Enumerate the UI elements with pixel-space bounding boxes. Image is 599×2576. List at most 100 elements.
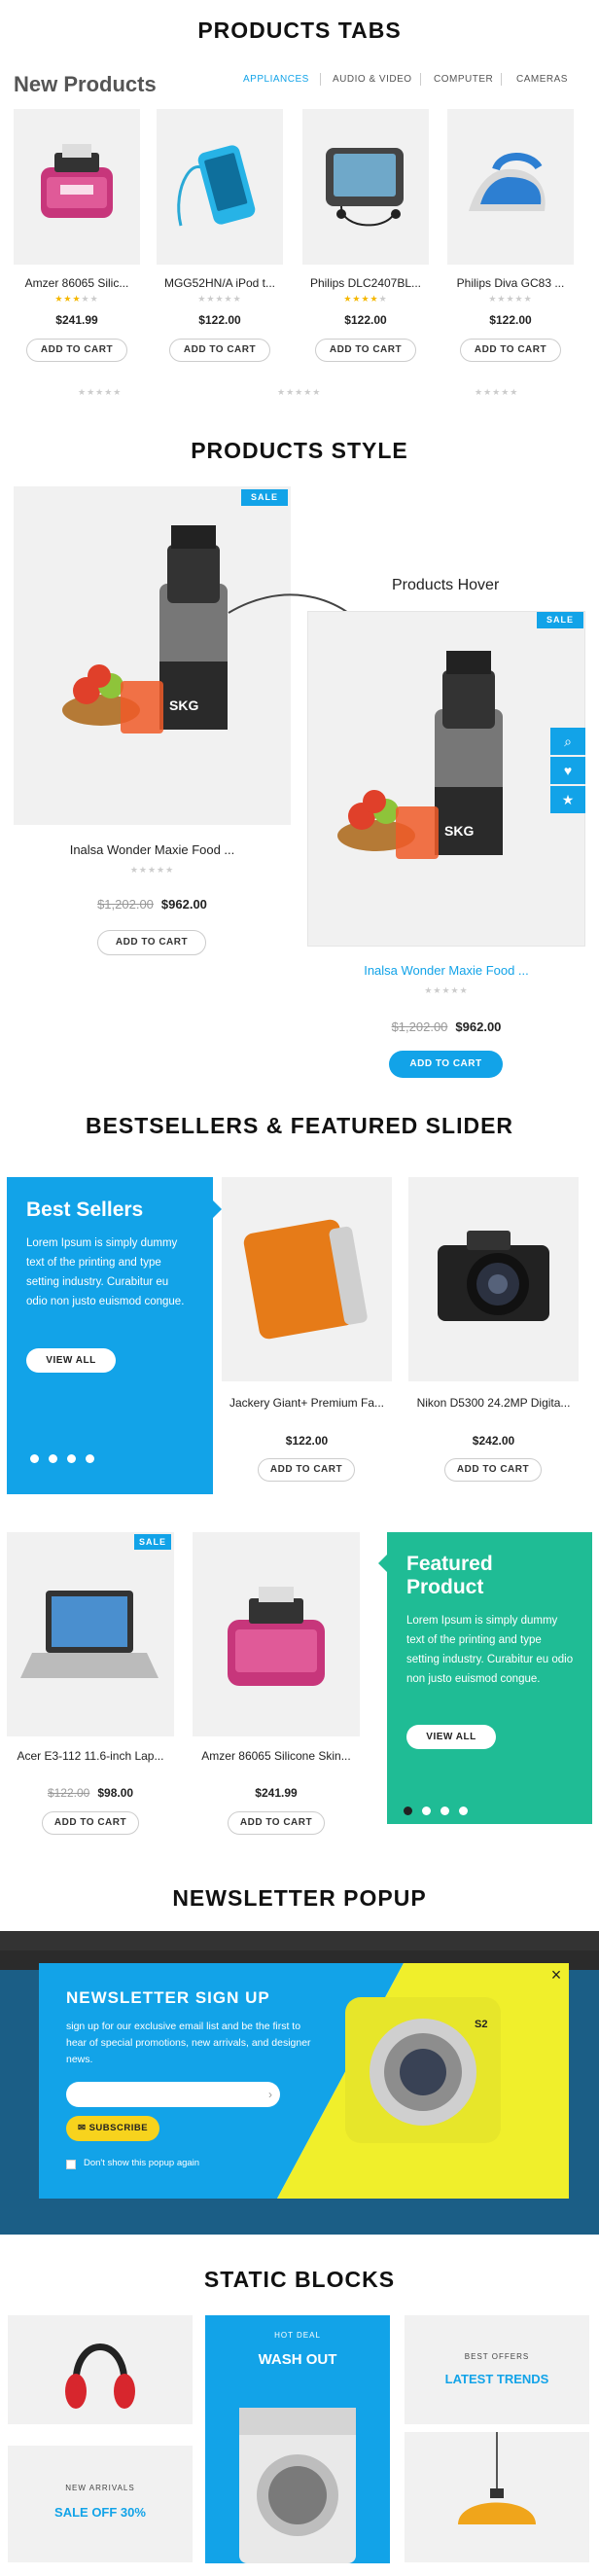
newsletter-email-input[interactable] bbox=[66, 2082, 280, 2107]
add-to-cart-button[interactable]: ADD TO CART bbox=[169, 339, 270, 362]
best-sellers-title: Best Sellers bbox=[26, 1199, 144, 1221]
product-name[interactable]: MGG52HN/A iPod t... bbox=[157, 276, 283, 290]
slider-dot[interactable] bbox=[422, 1807, 431, 1815]
old-price: $1,202.00 bbox=[97, 897, 154, 912]
product-name[interactable]: Inalsa Wonder Maxie Food ... bbox=[14, 842, 291, 857]
tab-divider bbox=[320, 73, 321, 86]
slider-dot-active[interactable] bbox=[404, 1807, 412, 1815]
product-hover-card[interactable]: SKG bbox=[307, 611, 585, 947]
panel-pointer bbox=[213, 1200, 222, 1218]
slider-dot[interactable] bbox=[86, 1454, 94, 1463]
product-price: $122.00 bbox=[198, 313, 241, 327]
wishlist-heart-icon[interactable]: ♥ bbox=[550, 757, 585, 784]
svg-text:SKG: SKG bbox=[444, 823, 474, 839]
newsletter-title: NEWSLETTER SIGN UP bbox=[66, 1988, 270, 2007]
product-name[interactable]: Amzer 86065 Silic... bbox=[14, 276, 140, 290]
close-icon[interactable]: × bbox=[546, 1965, 566, 1985]
product-image-speaker-dock[interactable] bbox=[193, 1532, 360, 1736]
envelope-icon: ✉ bbox=[77, 2123, 89, 2133]
add-to-cart-button[interactable]: ADD TO CART bbox=[26, 339, 127, 362]
section-title-products-style: PRODUCTS STYLE bbox=[191, 438, 408, 463]
slider-dot[interactable] bbox=[30, 1454, 39, 1463]
product-price: $241.99 bbox=[55, 313, 98, 327]
dont-show-checkbox[interactable] bbox=[66, 2160, 76, 2169]
product-image-power-bank[interactable] bbox=[222, 1177, 392, 1381]
product-rating: ★★★★★ bbox=[78, 387, 123, 397]
svg-text:S2: S2 bbox=[475, 2019, 487, 2030]
featured-title-line1: Featured bbox=[406, 1553, 493, 1575]
compare-star-icon[interactable]: ★ bbox=[550, 786, 585, 813]
product-name-hover[interactable]: Inalsa Wonder Maxie Food ... bbox=[307, 963, 585, 978]
featured-product-text: Lorem Ipsum is simply dummy text of the … bbox=[406, 1615, 574, 1685]
latest-trends-label: LATEST TRENDS bbox=[444, 2372, 549, 2386]
sale-off-label: SALE OFF 30% bbox=[54, 2505, 146, 2520]
product-rating: ★★★★★ bbox=[424, 985, 469, 995]
slider-dot[interactable] bbox=[67, 1454, 76, 1463]
product-name[interactable]: Philips Diva GC83 ... bbox=[447, 276, 574, 290]
slider-dot[interactable] bbox=[459, 1807, 468, 1815]
new-products-heading: New Products bbox=[14, 72, 157, 96]
product-price: $122.00 $98.00 bbox=[7, 1786, 174, 1800]
best-sellers-panel bbox=[7, 1177, 213, 1494]
product-image-iron[interactable] bbox=[447, 109, 574, 265]
product-price: $241.99 bbox=[255, 1786, 298, 1800]
product-name[interactable]: Jackery Giant+ Premium Fa... bbox=[222, 1396, 392, 1410]
slider-dot[interactable] bbox=[440, 1807, 449, 1815]
tab-computer[interactable]: COMPUTER bbox=[434, 74, 493, 85]
best-offers-block[interactable] bbox=[405, 2315, 589, 2424]
product-name[interactable]: Philips DLC2407BL... bbox=[302, 276, 429, 290]
sale-badge: SALE bbox=[241, 489, 288, 506]
product-name[interactable]: Amzer 86065 Silicone Skin... bbox=[193, 1749, 360, 1763]
product-image-laptop[interactable] bbox=[7, 1532, 174, 1736]
add-to-cart-button-hover[interactable]: ADD TO CART bbox=[389, 1051, 503, 1078]
product-image-ipod[interactable] bbox=[157, 109, 283, 265]
product-rating: ★★★★★ bbox=[277, 387, 322, 397]
sale-badge: SALE bbox=[134, 1534, 171, 1550]
tab-cameras[interactable]: CAMERAS bbox=[516, 74, 568, 85]
add-to-cart-button[interactable]: ADD TO CART bbox=[97, 930, 206, 955]
product-rating: ★★★★★ bbox=[343, 294, 388, 304]
lamp-block[interactable] bbox=[405, 2432, 589, 2562]
product-name[interactable]: Acer E3-112 11.6-inch Lap... bbox=[7, 1749, 174, 1763]
section-title-static-blocks: STATIC BLOCKS bbox=[203, 2267, 396, 2292]
product-rating: ★★★★★ bbox=[197, 294, 242, 304]
product-name[interactable]: Nikon D5300 24.2MP Digita... bbox=[408, 1396, 579, 1410]
headphones-block[interactable] bbox=[8, 2315, 193, 2424]
add-to-cart-button[interactable]: ADD TO CART bbox=[315, 339, 416, 362]
featured-product-title: Featured Product bbox=[406, 1553, 493, 1599]
quick-view-icon[interactable]: ⌕ bbox=[550, 728, 585, 755]
new-price: $98.00 bbox=[97, 1786, 134, 1800]
section-title-products-tabs: PRODUCTS TABS bbox=[197, 18, 402, 43]
new-arrivals-small: NEW ARRIVALS bbox=[65, 2484, 135, 2492]
newsletter-text: sign up for our exclusive email list and… bbox=[66, 2021, 311, 2065]
tab-appliances[interactable]: APPLIANCES bbox=[243, 74, 309, 85]
tab-divider bbox=[501, 73, 502, 86]
add-to-cart-button[interactable]: ADD TO CART bbox=[42, 1811, 139, 1835]
product-rating: ★★★★★ bbox=[475, 387, 519, 397]
add-to-cart-button[interactable]: ADD TO CART bbox=[444, 1458, 542, 1482]
product-price: $242.00 bbox=[472, 1434, 515, 1448]
product-image-speaker-dock[interactable] bbox=[14, 109, 140, 265]
panel-pointer bbox=[378, 1555, 387, 1572]
slider-dot[interactable] bbox=[49, 1454, 57, 1463]
product-price: $122.00 bbox=[344, 313, 387, 327]
product-price: $1,202.00 $962.00 bbox=[307, 1020, 585, 1034]
product-image-camera[interactable] bbox=[408, 1177, 579, 1381]
add-to-cart-button[interactable]: ADD TO CART bbox=[228, 1811, 325, 1835]
add-to-cart-button[interactable]: ADD TO CART bbox=[460, 339, 561, 362]
subscribe-button[interactable]: ✉ SUBSCRIBE bbox=[66, 2116, 159, 2141]
products-hover-label: Products Hover bbox=[392, 577, 500, 593]
tab-audio-video[interactable]: AUDIO & VIDEO bbox=[333, 74, 412, 85]
view-all-button[interactable]: VIEW ALL bbox=[406, 1725, 496, 1749]
view-all-button[interactable]: VIEW ALL bbox=[26, 1348, 116, 1373]
add-to-cart-button[interactable]: ADD TO CART bbox=[258, 1458, 355, 1482]
new-price: $962.00 bbox=[160, 897, 207, 912]
product-rating: ★★★★★ bbox=[54, 294, 99, 304]
product-image-portable-player[interactable] bbox=[302, 109, 429, 265]
section-title-newsletter: NEWSLETTER POPUP bbox=[172, 1885, 427, 1911]
new-arrivals-block[interactable] bbox=[8, 2446, 193, 2562]
product-price: $122.00 bbox=[489, 313, 532, 327]
svg-text:SKG: SKG bbox=[169, 698, 198, 713]
section-title-bestsellers: BESTSELLERS & FEATURED SLIDER bbox=[85, 1113, 514, 1138]
new-price: $962.00 bbox=[455, 1020, 502, 1034]
